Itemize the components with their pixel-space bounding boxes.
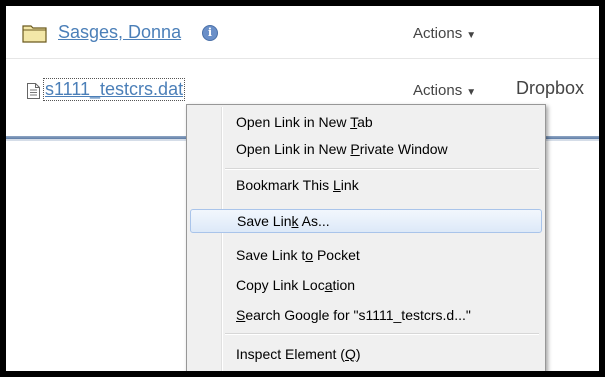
- menu-item-save-link-as[interactable]: Save Link As...: [190, 209, 542, 233]
- menu-separator: [225, 168, 539, 170]
- file-name-link[interactable]: s1111_testcrs.dat: [42, 78, 186, 101]
- menu-item-text: ): [355, 346, 361, 362]
- menu-item-bookmark-link[interactable]: Bookmark This Link: [190, 173, 542, 197]
- menu-item-text: tion: [332, 277, 356, 293]
- menu-item-accesskey: Q: [344, 346, 356, 362]
- menu-item-text: Open Link in New: [236, 141, 351, 157]
- menu-item-copy-link-location[interactable]: Copy Link Location: [190, 273, 542, 297]
- menu-item-accesskey: L: [333, 177, 341, 193]
- menu-item-inspect-element[interactable]: Inspect Element (Q): [190, 342, 542, 366]
- caret-down-icon: ▼: [466, 87, 477, 98]
- actions-label: Actions: [413, 82, 463, 99]
- menu-item-text: ink: [340, 177, 359, 193]
- dropbox-link[interactable]: Dropbox: [516, 78, 584, 99]
- menu-item-text: Open Link in New: [236, 114, 351, 130]
- menu-item-save-to-pocket[interactable]: Save Link to Pocket: [190, 243, 542, 267]
- file-actions-dropdown[interactable]: Actions ▼: [413, 82, 476, 99]
- menu-separator: [225, 333, 539, 335]
- menu-item-text: Copy Link Loc: [236, 277, 325, 293]
- menu-item-open-new-tab[interactable]: Open Link in New Tab: [190, 110, 542, 134]
- menu-item-accesskey: P: [350, 141, 360, 157]
- menu-item-text: As...: [298, 213, 330, 229]
- menu-item-text: earch Google for "s1111_testcrs.d...": [245, 307, 471, 323]
- menu-item-text: Save Lin: [237, 213, 292, 229]
- actions-label: Actions: [413, 25, 463, 42]
- menu-item-text: rivate Window: [359, 141, 448, 157]
- info-icon[interactable]: i: [202, 25, 218, 41]
- menu-item-accesskey: S: [236, 307, 246, 323]
- menu-item-open-private-window[interactable]: Open Link in New Private Window: [190, 137, 542, 161]
- menu-item-text: Save Link t: [236, 247, 306, 263]
- context-menu: Open Link in New Tab Open Link in New Pr…: [186, 104, 546, 371]
- document-icon: [27, 83, 40, 104]
- contact-name-link[interactable]: Sasges, Donna: [58, 22, 181, 43]
- folder-icon: [22, 23, 48, 48]
- contact-row: Sasges, Donna i Actions ▼: [6, 6, 599, 59]
- menu-item-text: Pocket: [313, 247, 360, 263]
- menu-item-text: Bookmark This: [236, 177, 333, 193]
- menu-item-search-google[interactable]: Search Google for "s1111_testcrs.d...": [190, 303, 542, 327]
- menu-item-text: ab: [357, 114, 373, 130]
- menu-item-accesskey: a: [324, 277, 333, 293]
- browser-viewport: Sasges, Donna i Actions ▼ s1111_testcrs.d…: [6, 6, 599, 371]
- caret-down-icon: ▼: [466, 30, 477, 41]
- menu-item-text: Inspect Element (: [236, 346, 345, 362]
- menu-item-accesskey: o: [305, 247, 314, 263]
- contact-actions-dropdown[interactable]: Actions ▼: [413, 25, 476, 42]
